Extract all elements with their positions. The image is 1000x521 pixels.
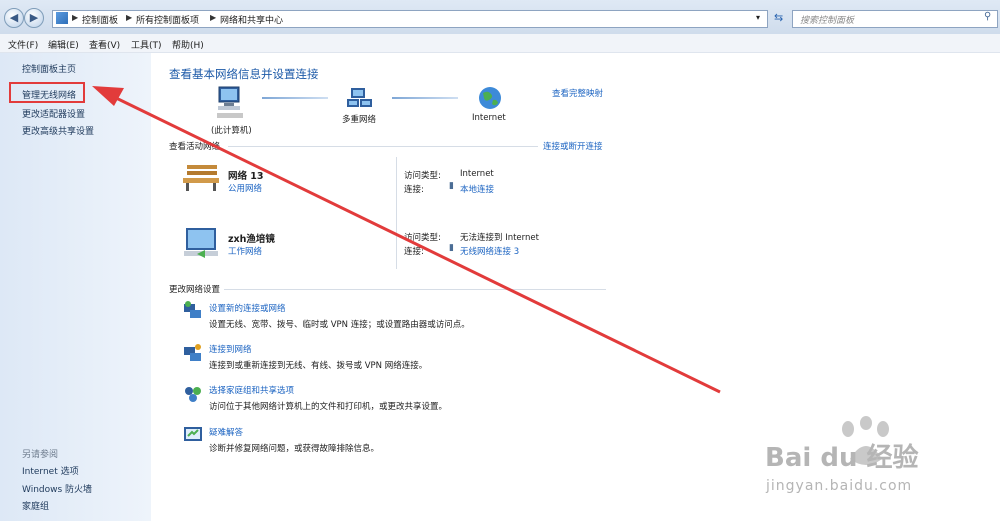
watermark-url: jingyan.baidu.com [766, 478, 913, 494]
watermark-brand: Bai du 经验 [765, 443, 919, 473]
